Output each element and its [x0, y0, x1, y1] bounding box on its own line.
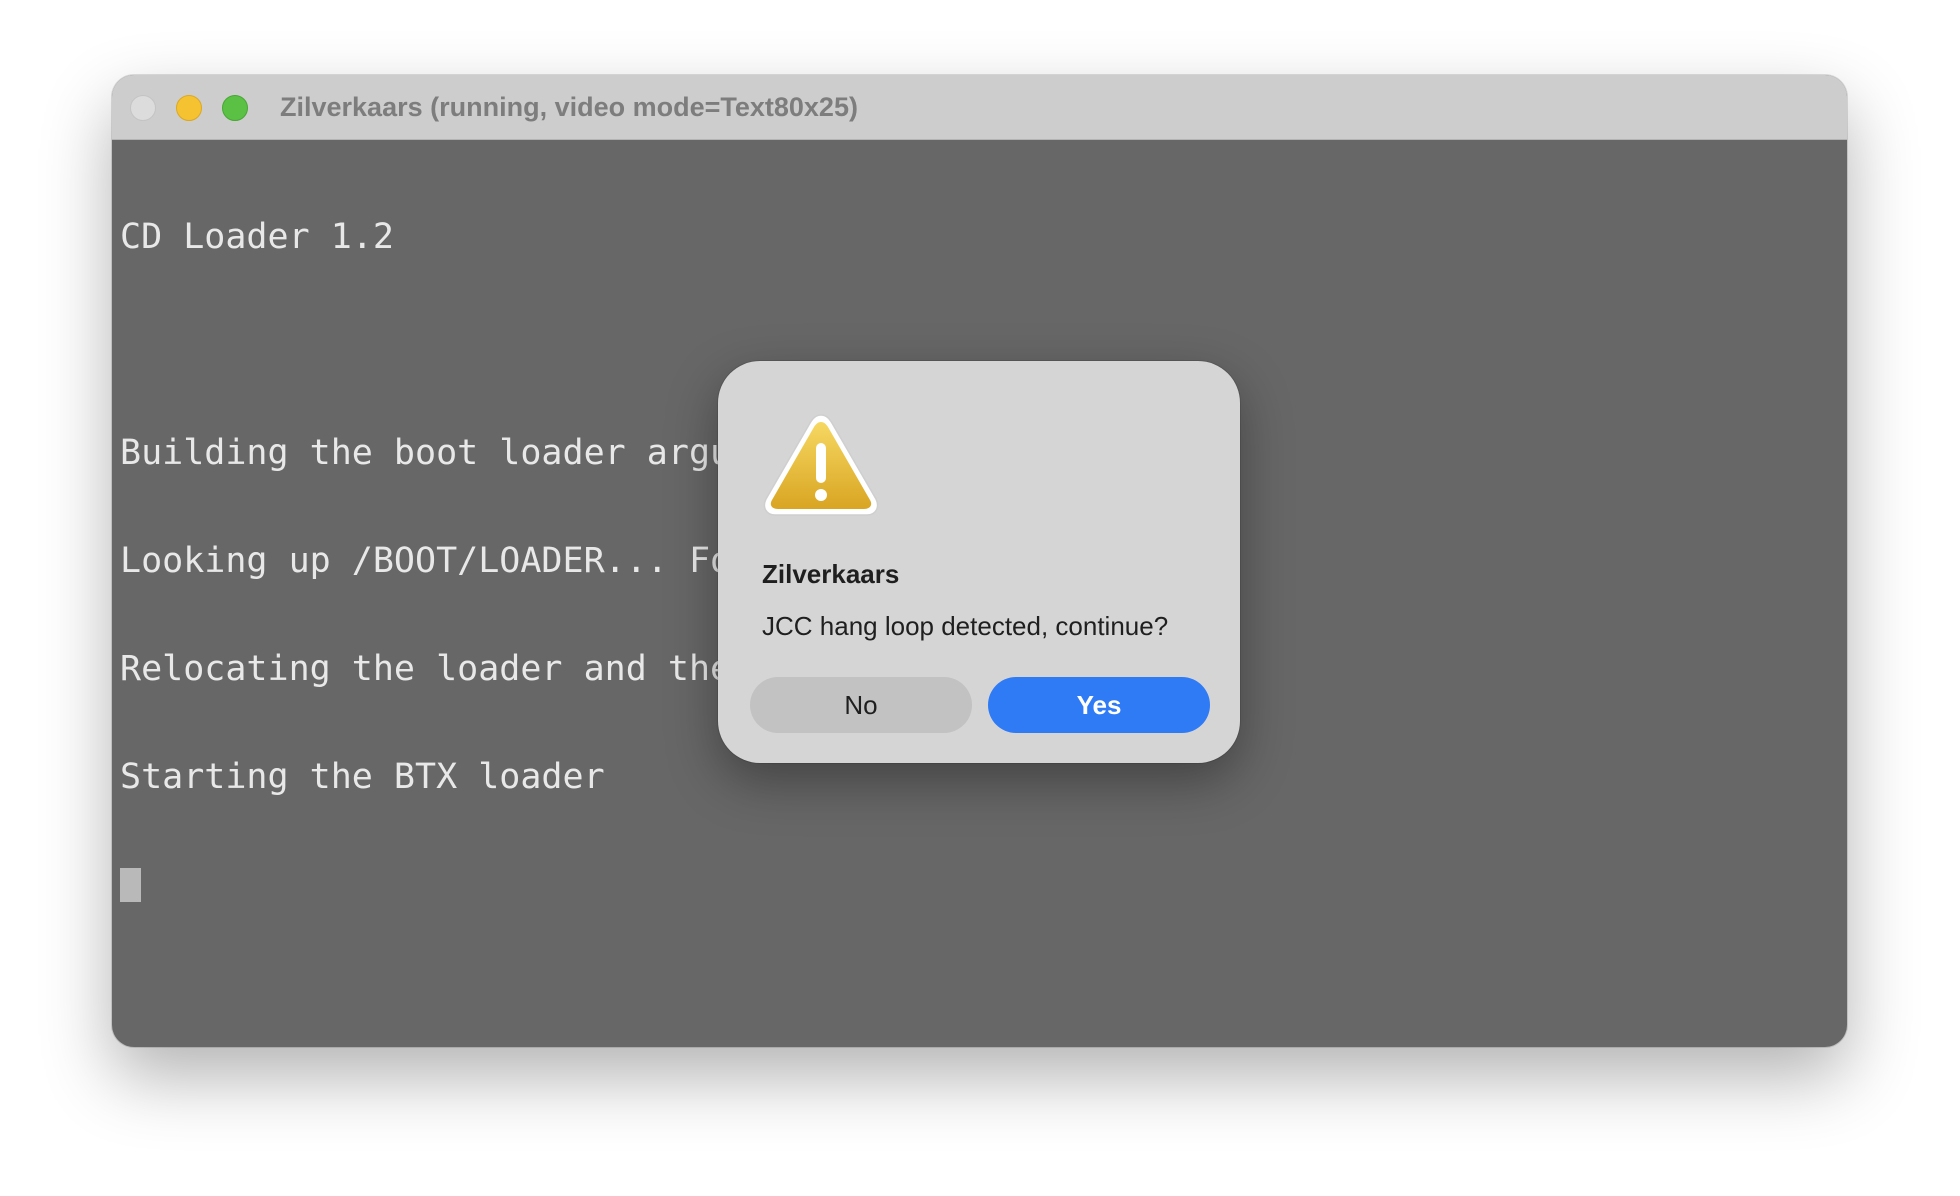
- window-title: Zilverkaars (running, video mode=Text80x…: [280, 92, 858, 122]
- title-bar[interactable]: Zilverkaars (running, video mode=Text80x…: [112, 75, 1847, 140]
- text-cursor: [120, 868, 141, 902]
- dialog-title: Zilverkaars: [762, 559, 900, 589]
- zoom-button[interactable]: [222, 95, 248, 121]
- terminal-cursor-line: [120, 867, 1847, 903]
- dialog-message: JCC hang loop detected, continue?: [762, 611, 1169, 641]
- terminal-line: CD Loader 1.2: [120, 217, 394, 257]
- alert-dialog: Zilverkaars JCC hang loop detected, cont…: [718, 361, 1240, 763]
- warning-icon: [763, 414, 879, 516]
- yes-button[interactable]: Yes: [988, 677, 1210, 733]
- close-button[interactable]: [130, 95, 156, 121]
- terminal-line: Starting the BTX loader: [120, 757, 605, 797]
- minimize-button[interactable]: [176, 95, 202, 121]
- no-button[interactable]: No: [750, 677, 972, 733]
